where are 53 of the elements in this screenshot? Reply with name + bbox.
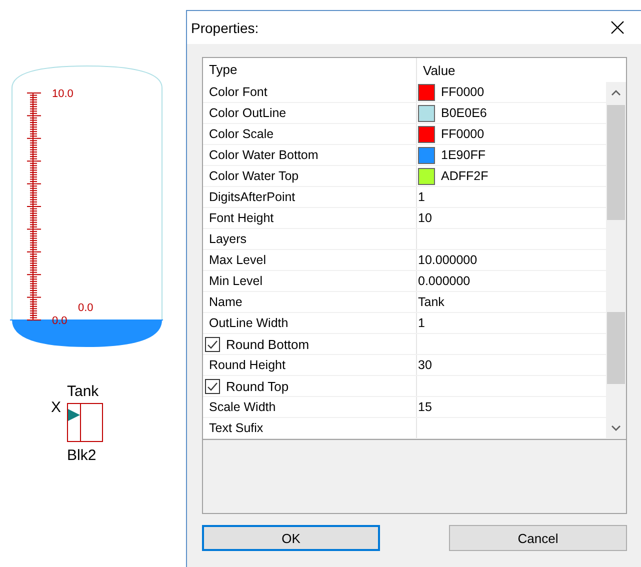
close-icon[interactable] [611,21,624,34]
property-value: ADFF2F [441,169,488,183]
window-title: Properties: [191,20,259,36]
property-name: Color Scale [209,127,274,141]
property-name: Font Height [209,211,274,225]
property-name: Round Bottom [226,336,310,352]
color-swatch[interactable] [418,104,435,122]
property-name: Round Top [226,378,289,394]
block-title: Tank [67,383,99,400]
scrollbar[interactable] [606,82,626,439]
property-name: Scale Width [209,400,276,414]
property-value: B0E0E6 [441,106,487,120]
block-name: Blk2 [67,447,96,464]
property-name: Color Water Top [209,169,299,183]
property-name: OutLine Width [209,316,288,330]
property-name: Round Height [209,358,286,372]
level-label: 0.0 [78,302,94,314]
property-value: 10 [418,211,432,225]
property-value: 1E90FF [441,148,486,162]
property-value: Tank [418,295,444,309]
property-name: Max Level [209,253,266,267]
checkbox[interactable] [205,378,220,394]
scroll-thumb[interactable] [607,105,625,220]
property-name: Min Level [209,274,262,288]
property-value: FF0000 [441,127,484,141]
property-value: 0.000000 [418,274,470,288]
color-swatch[interactable] [418,126,435,142]
port-label: X [51,399,62,416]
property-value: 10.000000 [418,253,478,267]
color-swatch[interactable] [418,168,435,184]
property-value: FF0000 [441,85,484,99]
scroll-up-icon[interactable] [611,90,621,96]
scroll-thumb[interactable] [607,312,625,384]
property-value: 15 [418,400,432,414]
property-value: 30 [418,358,432,372]
property-value: 1 [418,316,425,330]
property-name: Name [209,295,242,309]
column-header: Value [422,62,456,78]
property-name: DigitsAfterPoint [209,190,296,204]
property-name: Color Water Bottom [209,148,318,162]
color-swatch[interactable] [418,84,435,100]
property-name: Layers [209,232,247,246]
property-name: Text Sufix [209,421,264,435]
block-drawing[interactable] [67,403,103,442]
scroll-down-icon[interactable] [611,425,621,431]
scale-max-label: 10.0 [52,88,74,100]
checkbox[interactable] [205,336,220,352]
property-value: 1 [418,190,425,204]
property-name: Color Font [209,85,268,99]
property-name: Color OutLine [209,106,286,120]
dialog-button[interactable]: Cancel [449,525,627,551]
dialog-button[interactable]: OK [202,525,380,551]
color-swatch[interactable] [418,146,435,164]
